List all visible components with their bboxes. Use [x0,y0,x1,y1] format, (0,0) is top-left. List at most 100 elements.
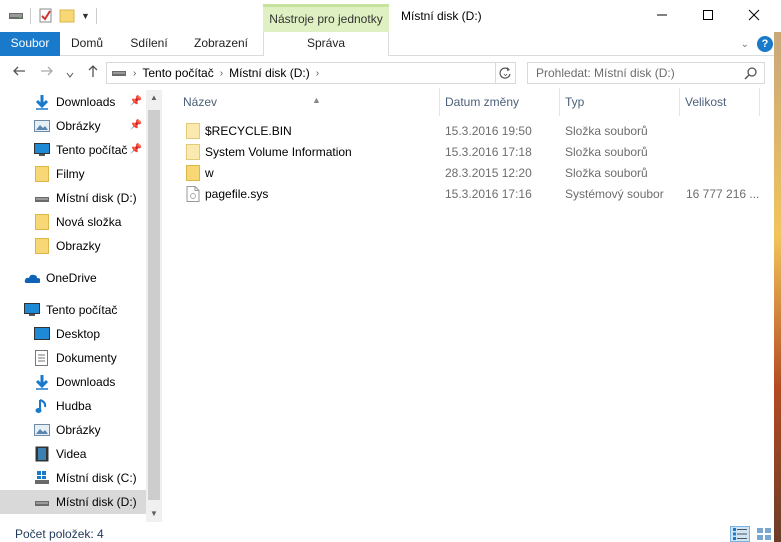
pin-icon[interactable]: 📌 [130,96,142,107]
tab-manage[interactable]: Správa [263,32,389,56]
sidebar-item-drive-c[interactable]: Místní disk (C:) [0,466,146,490]
desktop-icon [34,326,50,342]
download-icon [34,374,50,390]
tab-home[interactable]: Domů [60,32,114,56]
sidebar-item-label: Desktop [56,327,101,341]
column-header-name[interactable]: Název ▲ [178,88,440,116]
drive-icon [34,190,50,206]
scroll-up-icon[interactable]: ▲ [146,90,162,106]
sidebar-item-nova-slozka[interactable]: Nová složka [0,210,146,234]
file-list-scrollbar[interactable] [760,88,774,522]
table-row[interactable]: w 28.3.2015 12:20 Složka souborů [170,163,760,184]
file-date: 28.3.2015 12:20 [445,166,532,180]
breadcrumb-separator-icon[interactable]: › [316,68,319,79]
video-icon [34,446,50,462]
sidebar-item-label: Místní disk (C:) [56,471,137,485]
breadcrumb-separator-icon[interactable]: › [133,68,136,79]
column-header-type[interactable]: Typ [560,88,680,116]
pin-icon[interactable]: 📌 [130,120,142,131]
sidebar-item-this-pc[interactable]: Tento počítač [0,298,146,322]
file-name: pagefile.sys [205,187,269,201]
sidebar-item-drive-d[interactable]: Místní disk (D:) [0,490,146,514]
scrollbar-thumb[interactable] [148,110,160,500]
file-name: System Volume Information [205,145,352,159]
sidebar-item-documents[interactable]: Dokumenty [0,346,146,370]
sidebar-item-label: Obrázky [56,423,101,437]
address-bar[interactable]: › Tento počítač › Místní disk (D:) › [106,62,496,84]
tab-view[interactable]: Zobrazení [184,32,258,56]
computer-icon [34,142,50,158]
tab-file[interactable]: Soubor [0,32,60,56]
close-button[interactable] [731,0,777,30]
column-header-size[interactable]: Velikost [680,88,760,116]
sidebar-item-downloads[interactable]: Downloads 📌 [0,90,146,114]
table-row[interactable]: $RECYCLE.BIN 15.3.2016 19:50 Složka soub… [170,121,760,142]
breadcrumb-drive-d[interactable]: Místní disk (D:) [229,66,310,80]
new-folder-icon[interactable] [59,7,75,26]
sidebar-item-obrazky-folder[interactable]: Obrazky [0,234,146,258]
folder-icon [186,165,200,184]
sidebar-item-music[interactable]: Hudba [0,394,146,418]
sidebar-item-filmy[interactable]: Filmy [0,162,146,186]
drive-icon [111,65,127,82]
search-icon[interactable] [744,66,758,86]
back-button[interactable] [12,64,26,81]
properties-icon[interactable] [37,7,53,26]
details-view-button[interactable] [730,526,750,542]
computer-icon [24,302,40,318]
status-bar: Počet položek: 4 [0,522,781,542]
maximize-button[interactable] [685,0,731,30]
navigation-scrollbar[interactable]: ▲ ▼ [146,90,162,522]
tab-share[interactable]: Sdílení [116,32,182,56]
recent-locations-icon[interactable] [66,66,74,82]
sidebar-item-label: Downloads [56,375,116,389]
sidebar-item-onedrive[interactable]: OneDrive [0,266,146,290]
table-row[interactable]: System Volume Information 15.3.2016 17:1… [170,142,760,163]
sidebar-item-this-pc-pinned[interactable]: Tento počítač 📌 [0,138,146,162]
sidebar-item-label: OneDrive [46,271,97,285]
file-icon [186,186,200,205]
sidebar-item-drive-d-quick[interactable]: Místní disk (D:) [0,186,146,210]
search-placeholder: Prohledat: Místní disk (D:) [536,66,675,80]
sidebar-item-desktop[interactable]: Desktop [0,322,146,346]
sidebar-item-label: Hudba [56,399,92,413]
up-button[interactable] [86,64,100,81]
scroll-down-icon[interactable]: ▼ [146,506,162,522]
refresh-icon[interactable] [498,66,512,83]
folder-icon [186,144,200,163]
column-header-date[interactable]: Datum změny [440,88,560,116]
forward-button[interactable] [40,64,54,81]
sidebar-item-label: Downloads [56,95,116,109]
item-count: Počet položek: 4 [15,527,104,541]
minimize-button[interactable] [639,0,685,30]
search-input[interactable]: Prohledat: Místní disk (D:) [527,62,765,84]
toolbar-separator [30,8,31,24]
download-icon [34,94,50,110]
sidebar-item-videos[interactable]: Videa [0,442,146,466]
sidebar-item-label: Videa [56,447,87,461]
file-name: w [205,166,214,180]
drive-icon[interactable] [8,7,24,26]
breadcrumb-this-pc[interactable]: Tento počítač [142,66,213,80]
sidebar-item-downloads-pc[interactable]: Downloads [0,370,146,394]
pictures-icon [34,118,50,134]
sidebar-item-label: Nová složka [56,215,122,229]
sidebar-item-label: Tento počítač [46,303,118,317]
expand-ribbon-icon[interactable]: ⌄ [741,39,749,50]
windows-drive-icon [34,470,50,486]
navigation-bar: › Tento počítač › Místní disk (D:) › ⌄ P… [0,56,781,88]
ribbon-controls: ⌄ ? [741,36,773,52]
sidebar-item-label: Tento počítač [56,143,128,157]
table-row[interactable]: pagefile.sys 15.3.2016 17:16 Systémový s… [170,184,760,205]
explorer-window: ▼ Nástroje pro jednotky Místní disk (D:)… [0,0,781,542]
sidebar-item-pictures[interactable]: Obrázky 📌 [0,114,146,138]
breadcrumb-separator-icon[interactable]: › [220,68,223,79]
sidebar-item-label: Filmy [56,167,85,181]
help-icon[interactable]: ? [757,36,773,52]
sidebar-item-pictures-pc[interactable]: Obrázky [0,418,146,442]
large-icons-view-button[interactable] [754,526,774,542]
customize-toolbar-icon[interactable]: ▼ [81,11,90,21]
sidebar-item-label: Místní disk (D:) [56,191,137,205]
sidebar-item-label: Dokumenty [56,351,117,365]
pin-icon[interactable]: 📌 [130,144,142,155]
